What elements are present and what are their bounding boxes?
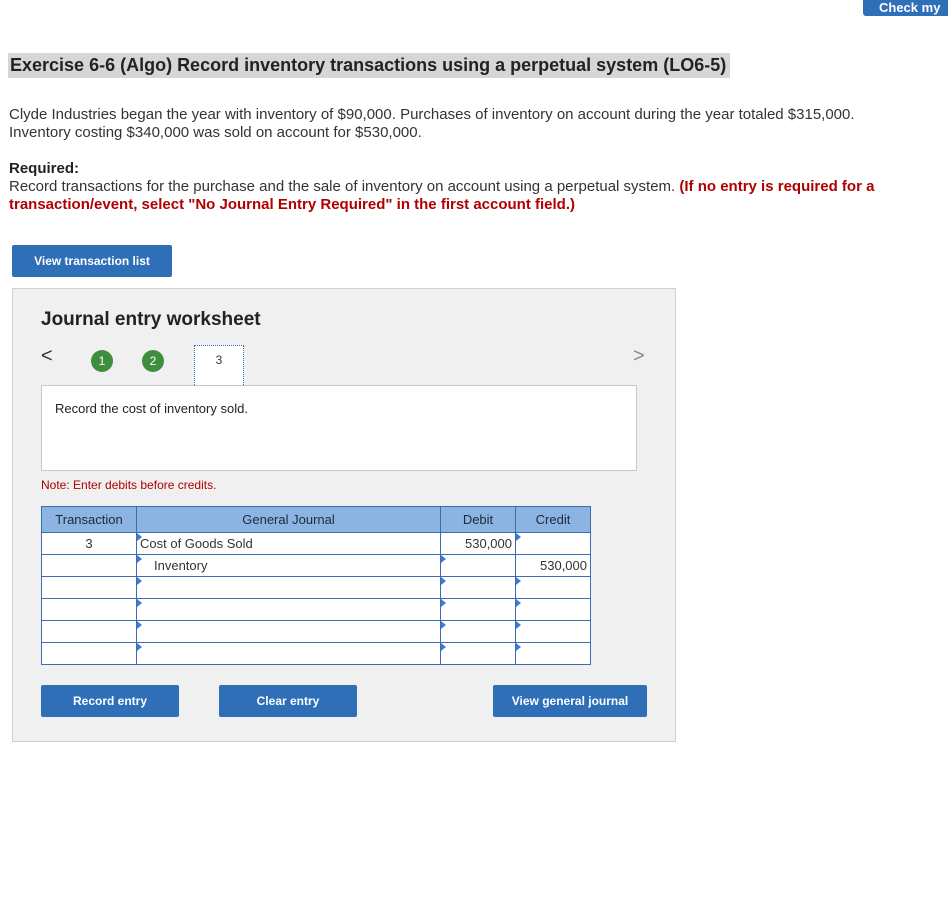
debit-field[interactable] (440, 576, 516, 599)
worksheet-title: Journal entry worksheet (41, 309, 261, 330)
field-marker-icon (441, 555, 446, 563)
transaction-cell (41, 620, 137, 643)
dropdown-marker-icon (137, 533, 142, 541)
next-arrow-icon[interactable]: > (633, 345, 645, 368)
required-note-part2: transaction/event, select "No Journal En… (9, 196, 576, 213)
credit-field[interactable] (515, 532, 591, 555)
header-general-journal: General Journal (136, 506, 441, 533)
debit-field[interactable]: 530,000 (440, 532, 516, 555)
header-debit: Debit (440, 506, 516, 533)
table-row (41, 620, 591, 643)
header-credit: Credit (515, 506, 591, 533)
transaction-cell (41, 598, 137, 621)
required-instructions: Record transactions for the purchase and… (9, 178, 874, 196)
field-marker-icon (516, 599, 521, 607)
account-field[interactable] (136, 576, 441, 599)
transaction-cell (41, 642, 137, 665)
credit-field[interactable]: 530,000 (515, 554, 591, 577)
problem-line-1: Clyde Industries began the year with inv… (9, 106, 855, 123)
dropdown-marker-icon (137, 599, 142, 607)
table-row (41, 642, 591, 665)
record-entry-button[interactable]: Record entry (41, 685, 179, 717)
field-marker-icon (441, 643, 446, 651)
exercise-title: Exercise 6-6 (Algo) Record inventory tra… (8, 53, 731, 78)
transaction-cell: 3 (41, 532, 137, 555)
field-marker-icon (516, 643, 521, 651)
field-marker-icon (441, 599, 446, 607)
debit-credit-note: Note: Enter debits before credits. (41, 478, 217, 492)
journal-table: Transaction General Journal Debit Credit… (41, 506, 591, 665)
dropdown-marker-icon (137, 577, 142, 585)
dropdown-marker-icon (137, 621, 142, 629)
field-marker-icon (516, 577, 521, 585)
check-my-work-button[interactable]: Check my (863, 0, 948, 16)
field-marker-icon (516, 621, 521, 629)
debit-field[interactable] (440, 598, 516, 621)
view-transaction-list-button[interactable]: View transaction list (12, 245, 172, 277)
credit-field[interactable] (515, 642, 591, 665)
problem-line-2: Inventory costing $340,000 was sold on a… (9, 124, 422, 141)
account-field[interactable] (136, 642, 441, 665)
table-row: 3 Cost of Goods Sold 530,000 (41, 532, 591, 555)
account-field[interactable]: Inventory (136, 554, 441, 577)
required-text: Record transactions for the purchase and… (9, 178, 676, 195)
field-marker-icon (441, 577, 446, 585)
header-transaction: Transaction (41, 506, 137, 533)
debit-field[interactable] (440, 642, 516, 665)
step-2[interactable]: 2 (142, 350, 164, 372)
table-row (41, 576, 591, 599)
step-1[interactable]: 1 (91, 350, 113, 372)
account-field[interactable] (136, 620, 441, 643)
account-field[interactable]: Cost of Goods Sold (136, 532, 441, 555)
required-label: Required: (9, 160, 80, 177)
entry-description-box: Record the cost of inventory sold. (41, 385, 637, 471)
field-marker-icon (516, 533, 521, 541)
entry-description: Record the cost of inventory sold. (55, 401, 248, 416)
dropdown-marker-icon (137, 555, 142, 563)
journal-entry-worksheet: Journal entry worksheet < 1 2 3 > Record… (12, 288, 676, 742)
transaction-cell (41, 554, 137, 577)
prev-arrow-icon[interactable]: < (41, 345, 53, 368)
table-row (41, 598, 591, 621)
table-row: Inventory 530,000 (41, 554, 591, 577)
debit-field[interactable] (440, 620, 516, 643)
credit-field[interactable] (515, 620, 591, 643)
credit-field[interactable] (515, 598, 591, 621)
field-marker-icon (441, 621, 446, 629)
debit-field[interactable] (440, 554, 516, 577)
dropdown-marker-icon (137, 643, 142, 651)
clear-entry-button[interactable]: Clear entry (219, 685, 357, 717)
view-general-journal-button[interactable]: View general journal (493, 685, 647, 717)
account-field[interactable] (136, 598, 441, 621)
required-note-part1: (If no entry is required for a (679, 178, 875, 195)
credit-field[interactable] (515, 576, 591, 599)
transaction-cell (41, 576, 137, 599)
step-3-current[interactable]: 3 (194, 345, 244, 387)
